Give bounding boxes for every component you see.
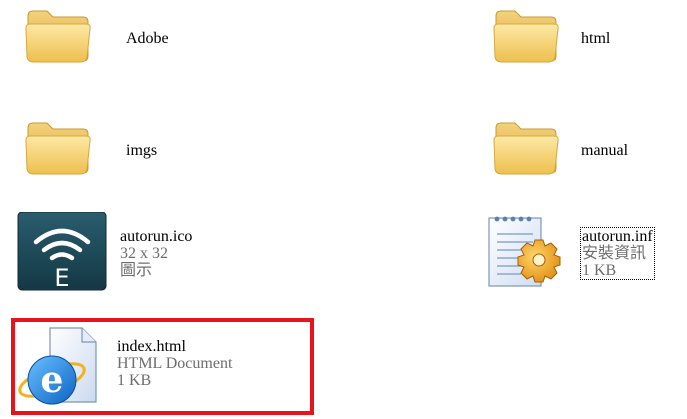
file-type: 安裝資訊: [582, 245, 647, 262]
folder-icon: [25, 122, 91, 175]
autorun-e-icon: E: [17, 212, 107, 292]
folder-name: manual: [581, 142, 629, 159]
folder-name: Adobe: [126, 30, 169, 47]
file-autorun-ico[interactable]: E autorun.ico 32 x 32 圖示: [16, 212, 336, 302]
file-type: 圖示: [120, 262, 153, 279]
folder-name: html: [581, 30, 611, 47]
folder-manual[interactable]: manual: [490, 114, 680, 204]
file-dimensions: 32 x 32: [120, 245, 168, 262]
folder-imgs[interactable]: imgs: [22, 114, 342, 204]
file-size: 1 KB: [582, 262, 617, 279]
folder-name: imgs: [126, 142, 158, 159]
folder-html[interactable]: html: [490, 2, 680, 92]
folder-icon: [25, 10, 91, 63]
folder-icon: [493, 10, 559, 63]
highlight-box: [11, 318, 314, 415]
svg-text:E: E: [54, 264, 69, 292]
settings-document-icon: [488, 216, 561, 287]
file-name: autorun.inf: [582, 228, 653, 245]
folder-adobe[interactable]: Adobe: [22, 2, 342, 92]
file-name: autorun.ico: [120, 228, 193, 245]
folder-icon: [493, 122, 559, 175]
file-autorun-inf[interactable]: autorun.inf 安裝資訊 1 KB: [483, 212, 683, 302]
